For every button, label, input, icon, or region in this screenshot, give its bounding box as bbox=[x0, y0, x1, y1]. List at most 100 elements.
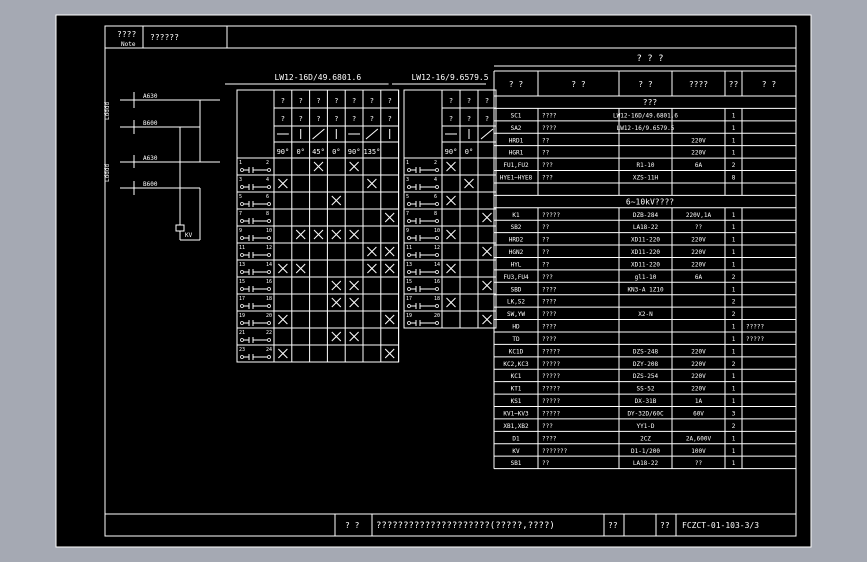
switch-angle-label: 90° bbox=[445, 148, 458, 156]
contact-number: 6 bbox=[266, 194, 269, 200]
equipment-section-title: 6~10kV???? bbox=[626, 197, 674, 206]
equipment-cell: HD bbox=[512, 324, 520, 331]
equipment-cell: ????? bbox=[542, 212, 560, 219]
circuit-label-a630-1: A630 bbox=[143, 93, 158, 100]
equipment-cell: ????? bbox=[542, 373, 560, 380]
equipment-cell: 220V bbox=[691, 373, 706, 380]
equipment-cell: 1 bbox=[732, 324, 736, 331]
equipment-cell: 220V,1A bbox=[686, 212, 712, 219]
equipment-cell: ??? bbox=[542, 162, 553, 169]
equipment-cell: 2 bbox=[732, 311, 736, 318]
equipment-cell: 1 bbox=[732, 398, 736, 405]
title-block-mid1: ?? bbox=[608, 521, 618, 530]
equipment-cell: 60V bbox=[693, 411, 704, 418]
equipment-cell: 220V bbox=[691, 386, 706, 393]
equipment-cell: SB2 bbox=[511, 224, 522, 231]
equipment-cell: 1 bbox=[732, 435, 736, 442]
note-text: ?????? bbox=[150, 33, 179, 42]
equipment-cell: ???? bbox=[542, 435, 557, 442]
switch-position-label: ? bbox=[316, 115, 320, 123]
equipment-cell: KT1 bbox=[511, 386, 522, 393]
equipment-cell: ????? bbox=[542, 398, 560, 405]
equipment-column-header: ???? bbox=[689, 80, 708, 89]
equipment-cell: 220V bbox=[691, 150, 706, 157]
equipment-cell: XD11-220 bbox=[631, 249, 660, 256]
equipment-cell: 220V bbox=[691, 348, 706, 355]
equipment-cell: 1 bbox=[732, 286, 736, 293]
equipment-cell: LA18-22 bbox=[633, 224, 659, 231]
equipment-cell: D1-1/200 bbox=[631, 448, 660, 455]
equipment-cell: HYL bbox=[511, 261, 522, 268]
contact-number: 6 bbox=[434, 194, 437, 200]
switch-position-label: ? bbox=[467, 97, 471, 105]
equipment-cell: HRD1 bbox=[509, 137, 524, 144]
equipment-column-header: ? ? bbox=[571, 80, 586, 89]
equipment-cell: KC2,KC3 bbox=[503, 361, 529, 368]
contact-number: 8 bbox=[434, 211, 437, 217]
contact-number: 18 bbox=[434, 296, 440, 302]
equipment-cell: K1 bbox=[512, 212, 520, 219]
contact-number: 4 bbox=[434, 177, 437, 183]
equipment-cell: FU1,FU2 bbox=[503, 162, 529, 169]
equipment-cell: 6A bbox=[695, 162, 703, 169]
equipment-cell: 1A bbox=[695, 398, 703, 405]
switch-position-label: ? bbox=[281, 115, 285, 123]
equipment-cell: DY-32D/60C bbox=[627, 411, 664, 418]
equipment-cell: 1 bbox=[732, 112, 736, 119]
equipment-cell: ?? bbox=[695, 224, 703, 231]
title-block-mid2: ?? bbox=[660, 521, 670, 530]
equipment-cell: XD11-220 bbox=[631, 237, 660, 244]
title-block-left: ? ? bbox=[345, 521, 360, 530]
contact-number: 11 bbox=[239, 245, 245, 251]
contact-number: 14 bbox=[266, 262, 272, 268]
contact-number: 1 bbox=[406, 160, 409, 166]
equipment-cell: 1 bbox=[732, 212, 736, 219]
switch-position-label: ? bbox=[299, 115, 303, 123]
equipment-cell: ???? bbox=[542, 324, 557, 331]
switch-angle-label: 0° bbox=[465, 148, 473, 156]
equipment-cell: 1 bbox=[732, 150, 736, 157]
contact-number: 5 bbox=[406, 194, 409, 200]
equipment-cell: ???? bbox=[542, 125, 557, 132]
contact-number: 15 bbox=[239, 279, 245, 285]
contact-number: 19 bbox=[239, 313, 245, 319]
contact-number: 3 bbox=[406, 177, 409, 183]
circuit-label-a630-2: A630 bbox=[143, 155, 158, 162]
equipment-cell: LK,S2 bbox=[507, 299, 525, 306]
equipment-cell: D1 bbox=[512, 435, 520, 442]
equipment-cell: 2CZ bbox=[640, 435, 651, 442]
equipment-cell: KC1D bbox=[509, 348, 524, 355]
contact-number: 10 bbox=[266, 228, 272, 234]
drawing-code: FCZCT-01-103-3/3 bbox=[682, 521, 759, 530]
equipment-cell: ???? bbox=[542, 286, 557, 293]
equipment-cell: 2 bbox=[732, 361, 736, 368]
contact-number: 13 bbox=[406, 262, 412, 268]
equipment-cell: ?? bbox=[542, 224, 550, 231]
equipment-cell: ?? bbox=[542, 460, 550, 467]
equipment-cell: 100V bbox=[691, 448, 706, 455]
equipment-cell: 8 bbox=[732, 175, 736, 182]
equipment-cell: ??? bbox=[542, 175, 553, 182]
switch-angle-label: 90° bbox=[348, 148, 361, 156]
contact-number: 14 bbox=[434, 262, 440, 268]
equipment-cell: KC1 bbox=[511, 373, 522, 380]
switch-title: LW12-16D/49.6801.6 bbox=[274, 73, 361, 82]
switch-position-label: ? bbox=[281, 97, 285, 105]
drawing-canvas: ???? Note ?????? Ldddd Ldddd A630 B600 A… bbox=[55, 14, 812, 548]
contact-number: 11 bbox=[406, 245, 412, 251]
equipment-cell: ???? bbox=[542, 336, 557, 343]
equipment-cell: 1 bbox=[732, 448, 736, 455]
equipment-cell: SS-52 bbox=[636, 386, 654, 393]
switch-position-label: ? bbox=[449, 115, 453, 123]
equipment-cell: ?? bbox=[542, 237, 550, 244]
equipment-cell: SC1 bbox=[511, 112, 522, 119]
switch-position-label: ? bbox=[485, 97, 489, 105]
equipment-cell: 1 bbox=[732, 137, 736, 144]
equipment-cell: 220V bbox=[691, 137, 706, 144]
switch-position-label: ? bbox=[299, 97, 303, 105]
contact-number: 20 bbox=[434, 313, 440, 319]
equipment-cell: LW12-16/9.6579.5 bbox=[617, 125, 675, 132]
equipment-cell: DX-31B bbox=[635, 398, 657, 405]
equipment-cell: ???? bbox=[542, 311, 557, 318]
equipment-cell: DZS-248 bbox=[633, 348, 659, 355]
